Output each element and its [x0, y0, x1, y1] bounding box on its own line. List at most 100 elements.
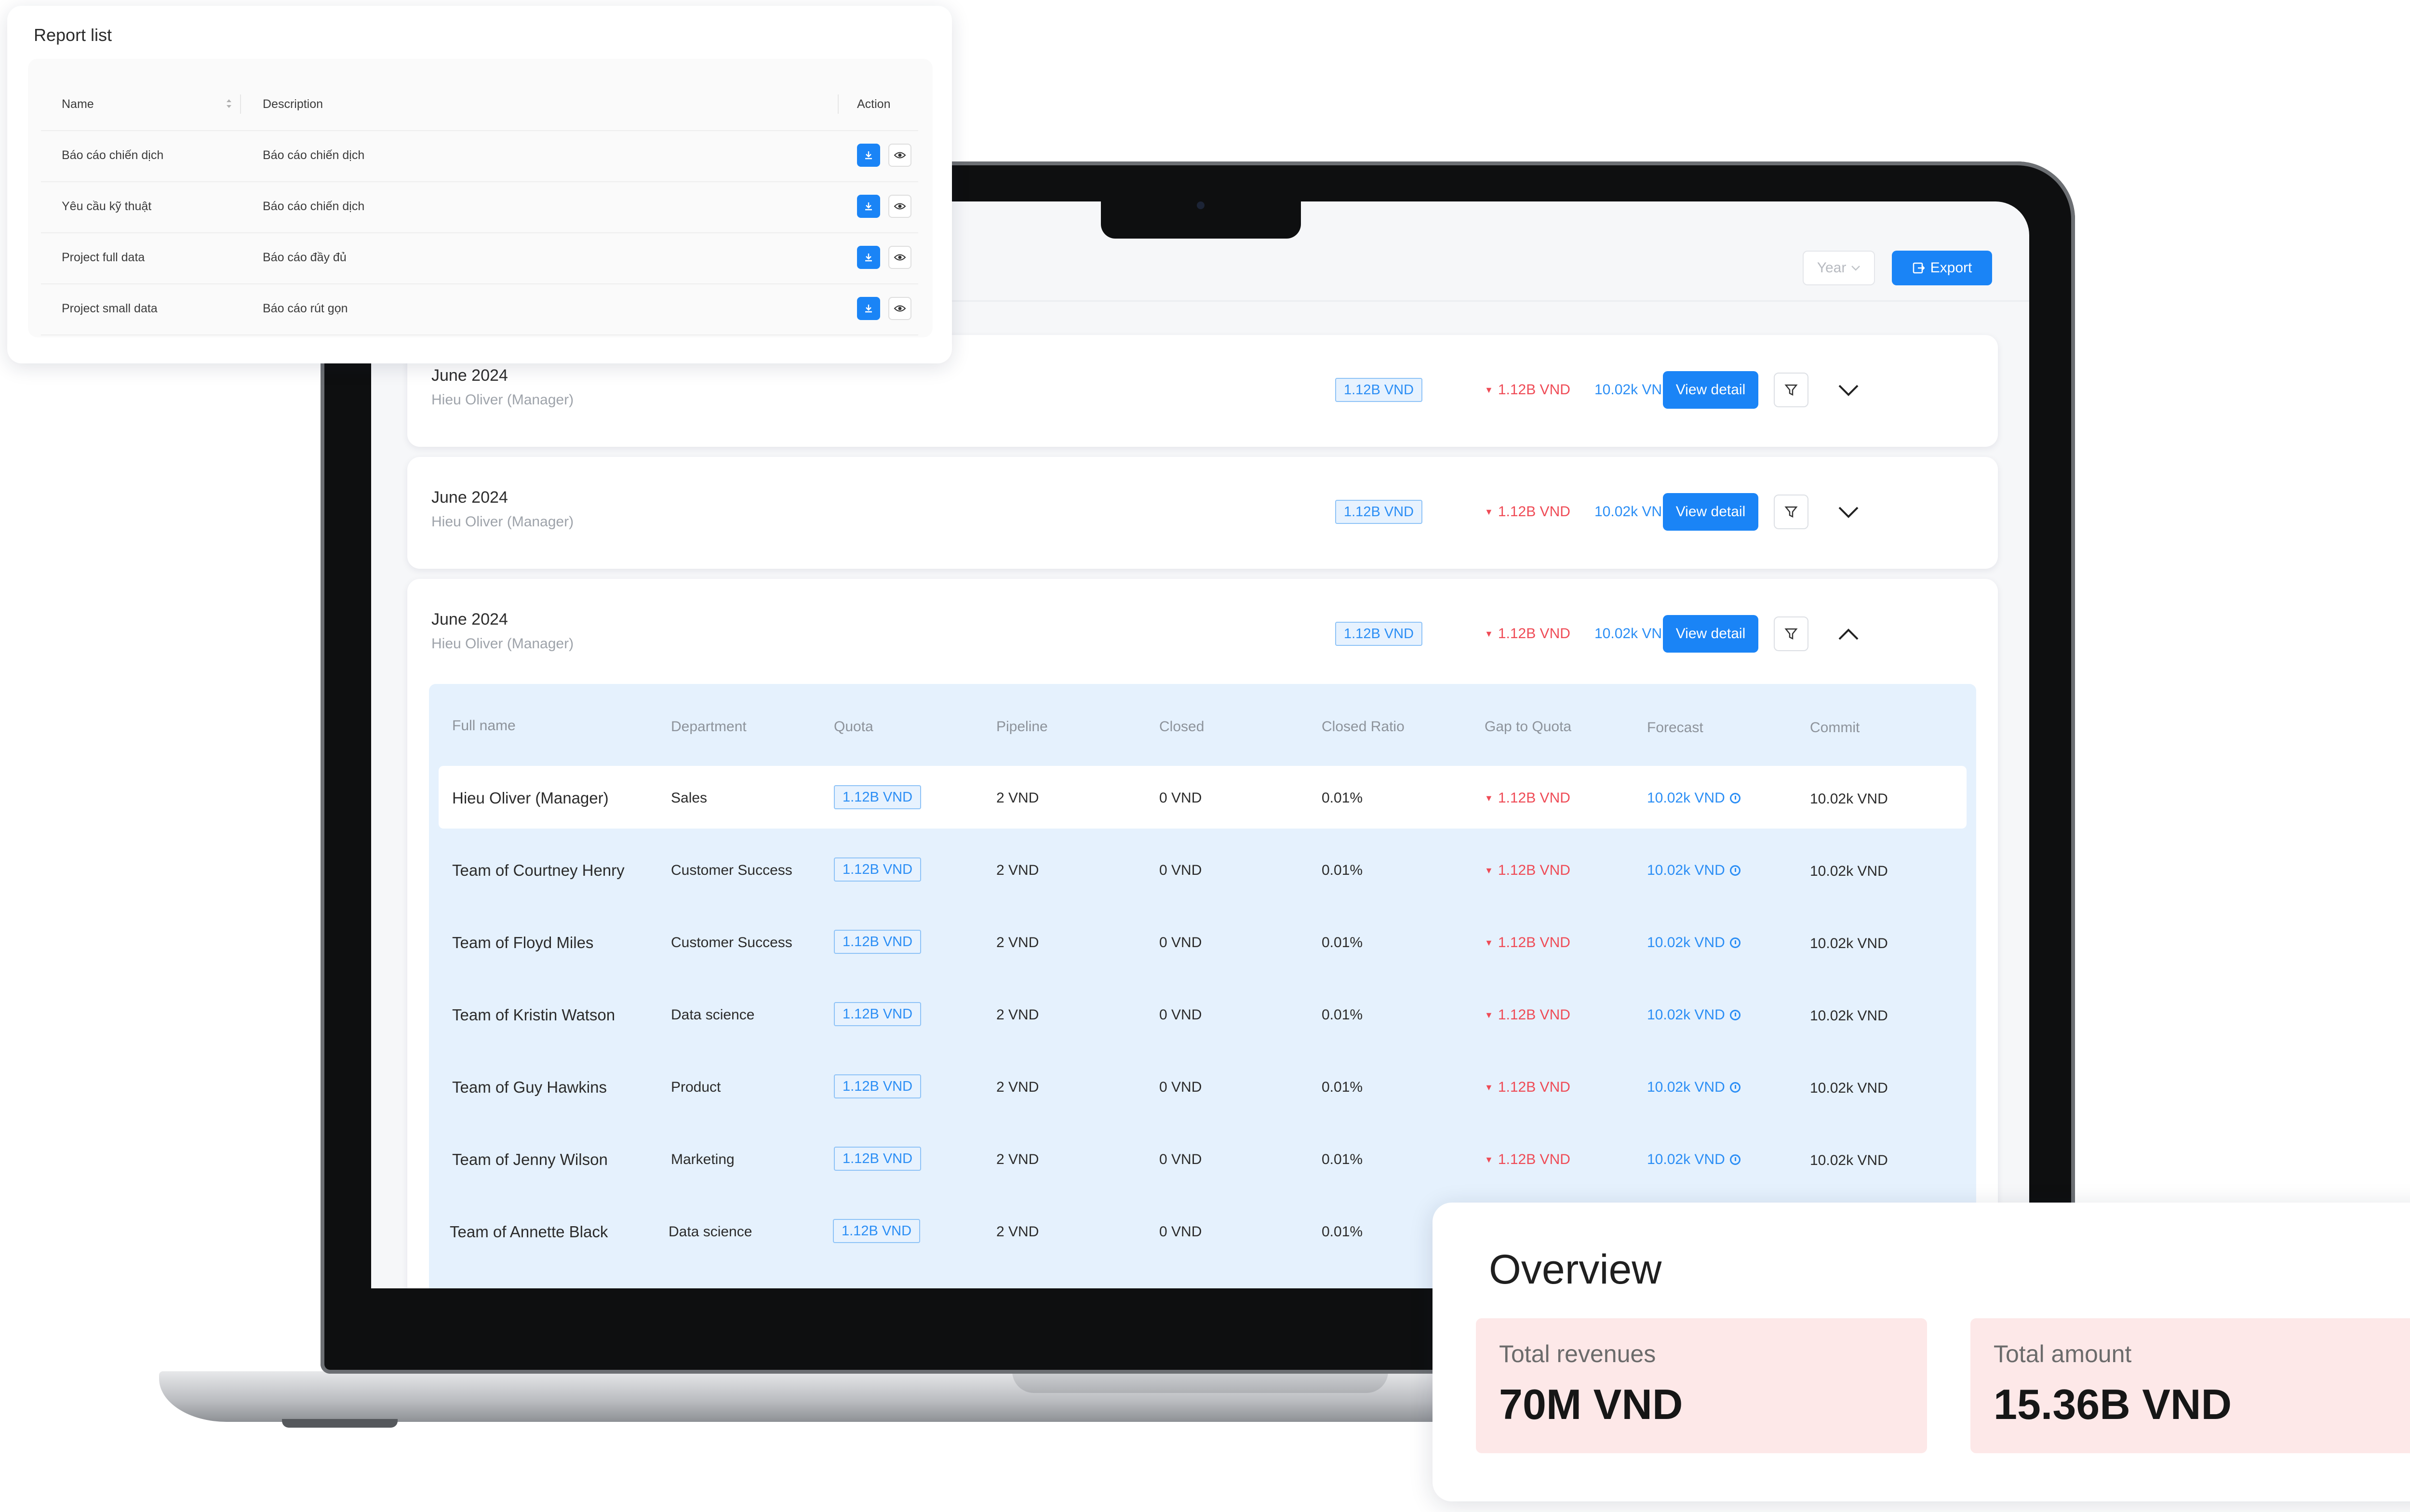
funnel-icon — [1784, 628, 1798, 640]
gap-text: 1.12B VND — [1498, 935, 1570, 950]
col-header-pipeline: Pipeline — [996, 719, 1048, 735]
funnel-icon — [1784, 384, 1798, 396]
cell-closed-ratio: 0.01% — [1322, 935, 1363, 950]
col-header-closed: Closed — [1159, 719, 1205, 735]
cell-quota-tag: 1.12B VND — [834, 930, 922, 954]
year-select-label: Year — [1817, 260, 1847, 276]
col-header-action: Action — [857, 97, 891, 111]
export-button[interactable]: Export — [1892, 251, 1992, 285]
cell-quota-tag: 1.12B VND — [834, 785, 922, 809]
expand-button[interactable] — [1836, 500, 1861, 524]
laptop-foot-left — [282, 1419, 398, 1428]
col-header-name: Name — [62, 97, 94, 111]
gap-text: 1.12B VND — [1498, 1151, 1570, 1167]
download-button[interactable] — [857, 144, 880, 167]
cell-closed-ratio: 0.01% — [1322, 1224, 1363, 1240]
clock-icon — [1729, 865, 1741, 876]
col-header-forecast: Forecast — [1647, 720, 1703, 736]
filter-button[interactable] — [1774, 495, 1808, 529]
cell-closed: 0 VND — [1159, 790, 1202, 806]
cell-quota-tag: 1.12B VND — [834, 1147, 922, 1171]
expand-button[interactable] — [1836, 378, 1861, 402]
overview-card: Overview Total revenues 70M VND Total am… — [1433, 1203, 2410, 1501]
view-button[interactable] — [888, 297, 911, 320]
cell-quota-tag: 1.12B VND — [834, 857, 922, 882]
cell-quota-tag: 1.12B VND — [834, 1002, 922, 1026]
cell-closed-ratio: 0.01% — [1322, 1079, 1363, 1095]
period-card-expanded: June 2024 Hieu Oliver (Manager) 1.12B VN… — [407, 579, 1998, 1288]
gap-text: 1.12B VND — [1498, 626, 1570, 642]
cell-pipeline: 2 VND — [996, 935, 1039, 950]
cell-department: Data science — [671, 1007, 755, 1023]
report-description: Báo cáo rút gọn — [263, 302, 348, 315]
cell-closed-ratio: 0.01% — [1322, 862, 1363, 878]
total-amount-value: 15.36B VND — [1994, 1380, 2232, 1428]
download-icon — [865, 151, 872, 160]
team-detail-table: Full name Department Quota Pipeline Clos… — [429, 684, 1976, 1288]
export-button-label: Export — [1930, 260, 1972, 276]
cell-quota-tag: 1.12B VND — [834, 1074, 922, 1098]
eye-icon — [894, 305, 906, 312]
cell-commit: 10.02k VND — [1810, 1008, 1888, 1024]
collapse-button[interactable] — [1836, 622, 1861, 646]
total-revenues-label: Total revenues — [1499, 1340, 1656, 1367]
forecast-text: 10.02k VND — [1647, 935, 1725, 950]
cell-commit: 10.02k VND — [1810, 791, 1888, 807]
card-title: June 2024 — [431, 366, 508, 385]
gap-text: 1.12B VND — [1498, 790, 1570, 806]
cell-closed: 0 VND — [1159, 1224, 1202, 1240]
report-list-card: Report list Name Description Action Báo … — [7, 6, 952, 363]
card-manager: Hieu Oliver (Manager) — [431, 636, 574, 652]
quota-tag: 1.12B VND — [1335, 500, 1423, 524]
cell-commit: 10.02k VND — [1810, 1152, 1888, 1168]
report-description: Báo cáo đầy đủ — [263, 251, 347, 264]
view-detail-button[interactable]: View detail — [1663, 371, 1758, 409]
down-triangle-icon: ▼ — [1485, 937, 1493, 948]
eye-icon — [894, 203, 906, 210]
down-triangle-icon: ▼ — [1485, 793, 1493, 803]
download-icon — [865, 254, 872, 262]
cell-closed: 0 VND — [1159, 935, 1202, 950]
clock-icon — [1729, 1154, 1741, 1165]
export-icon — [1913, 262, 1925, 274]
down-triangle-icon: ▼ — [1485, 865, 1493, 875]
col-header-description: Description — [263, 97, 323, 111]
download-button[interactable] — [857, 246, 880, 269]
down-triangle-icon: ▼ — [1485, 385, 1493, 395]
forecast-text: 10.02k VND — [1647, 1151, 1725, 1167]
forecast-text: 10.02k VND — [1594, 382, 1673, 398]
cell-closed-ratio: 0.01% — [1322, 1007, 1363, 1023]
view-button[interactable] — [888, 195, 911, 218]
funnel-icon — [1784, 506, 1798, 518]
card-title: June 2024 — [431, 488, 508, 507]
view-button[interactable] — [888, 246, 911, 269]
cell-gap: ▼ 1.12B VND — [1485, 935, 1570, 951]
cell-department: Product — [671, 1079, 721, 1095]
download-button[interactable] — [857, 195, 880, 218]
filter-button[interactable] — [1774, 616, 1808, 651]
down-triangle-icon: ▼ — [1485, 1010, 1493, 1020]
cell-pipeline: 2 VND — [996, 862, 1039, 878]
forecast-text: 10.02k VND — [1594, 626, 1673, 642]
view-detail-button[interactable]: View detail — [1663, 615, 1758, 653]
row-divider — [41, 283, 918, 284]
clock-icon — [1729, 1082, 1741, 1093]
forecast-text: 10.02k VND — [1647, 1007, 1725, 1023]
col-header-full-name: Full name — [452, 718, 516, 734]
download-button[interactable] — [857, 297, 880, 320]
year-select[interactable]: Year — [1803, 251, 1875, 285]
filter-button[interactable] — [1774, 373, 1808, 407]
cell-gap: ▼ 1.12B VND — [1485, 1007, 1570, 1023]
row-divider — [41, 181, 918, 182]
gap-text: 1.12B VND — [1498, 1007, 1570, 1023]
card-title: June 2024 — [431, 610, 508, 629]
forecast-text: 10.02k VND — [1647, 790, 1725, 806]
cell-pipeline: 2 VND — [996, 1007, 1039, 1023]
report-name: Yêu cầu kỹ thuật — [62, 200, 152, 213]
report-list-title: Report list — [34, 25, 112, 45]
view-button[interactable] — [888, 144, 911, 167]
down-triangle-icon: ▼ — [1485, 507, 1493, 517]
sort-icon[interactable] — [226, 97, 232, 110]
view-detail-button[interactable]: View detail — [1663, 493, 1758, 531]
cell-pipeline: 2 VND — [996, 1151, 1039, 1167]
